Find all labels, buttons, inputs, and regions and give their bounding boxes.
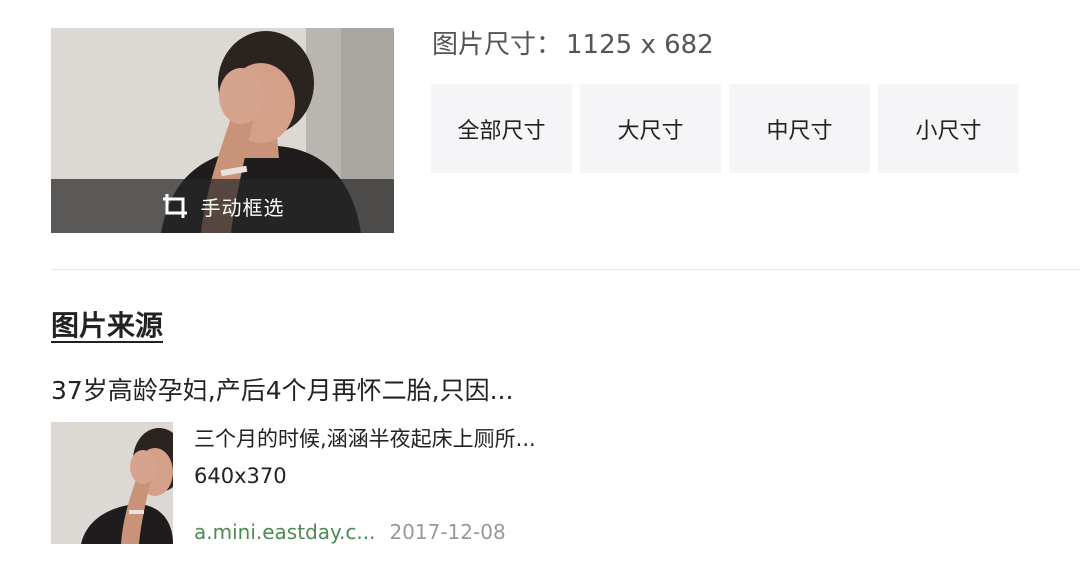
size-filter-medium-button[interactable]: 中尺寸 <box>729 84 870 173</box>
source-section-heading: 图片来源 <box>51 309 164 342</box>
section-divider <box>51 269 1080 270</box>
size-filter-small-button[interactable]: 小尺寸 <box>878 84 1019 173</box>
manual-crop-button[interactable]: 手动框选 <box>51 179 394 233</box>
source-description: 三个月的时候,涵涵半夜起床上厕所... <box>194 427 536 451</box>
image-size-label: 图片尺寸： <box>432 30 563 60</box>
image-size-value: 1125 x 682 <box>566 30 714 60</box>
source-meta: a.mini.eastday.c... 2017-12-08 <box>194 520 506 544</box>
image-preview: 手动框选 <box>51 28 394 233</box>
crop-icon <box>161 191 191 221</box>
source-title-link[interactable]: 37岁高龄孕妇,产后4个月再怀二胎,只因... <box>51 371 513 407</box>
size-filter-all-button[interactable]: 全部尺寸 <box>431 84 572 173</box>
source-thumbnail-photo <box>51 422 173 544</box>
size-filter-group: 全部尺寸 大尺寸 中尺寸 小尺寸 <box>431 84 1027 173</box>
source-thumbnail[interactable] <box>51 422 173 544</box>
manual-crop-label: 手动框选 <box>200 195 285 220</box>
image-size-info: 图片尺寸： 1125 x 682 <box>432 24 714 61</box>
source-date: 2017-12-08 <box>389 520 506 544</box>
size-filter-large-button[interactable]: 大尺寸 <box>580 84 721 173</box>
source-dimensions: 640x370 <box>194 464 287 488</box>
source-url-link[interactable]: a.mini.eastday.c... <box>194 520 375 544</box>
